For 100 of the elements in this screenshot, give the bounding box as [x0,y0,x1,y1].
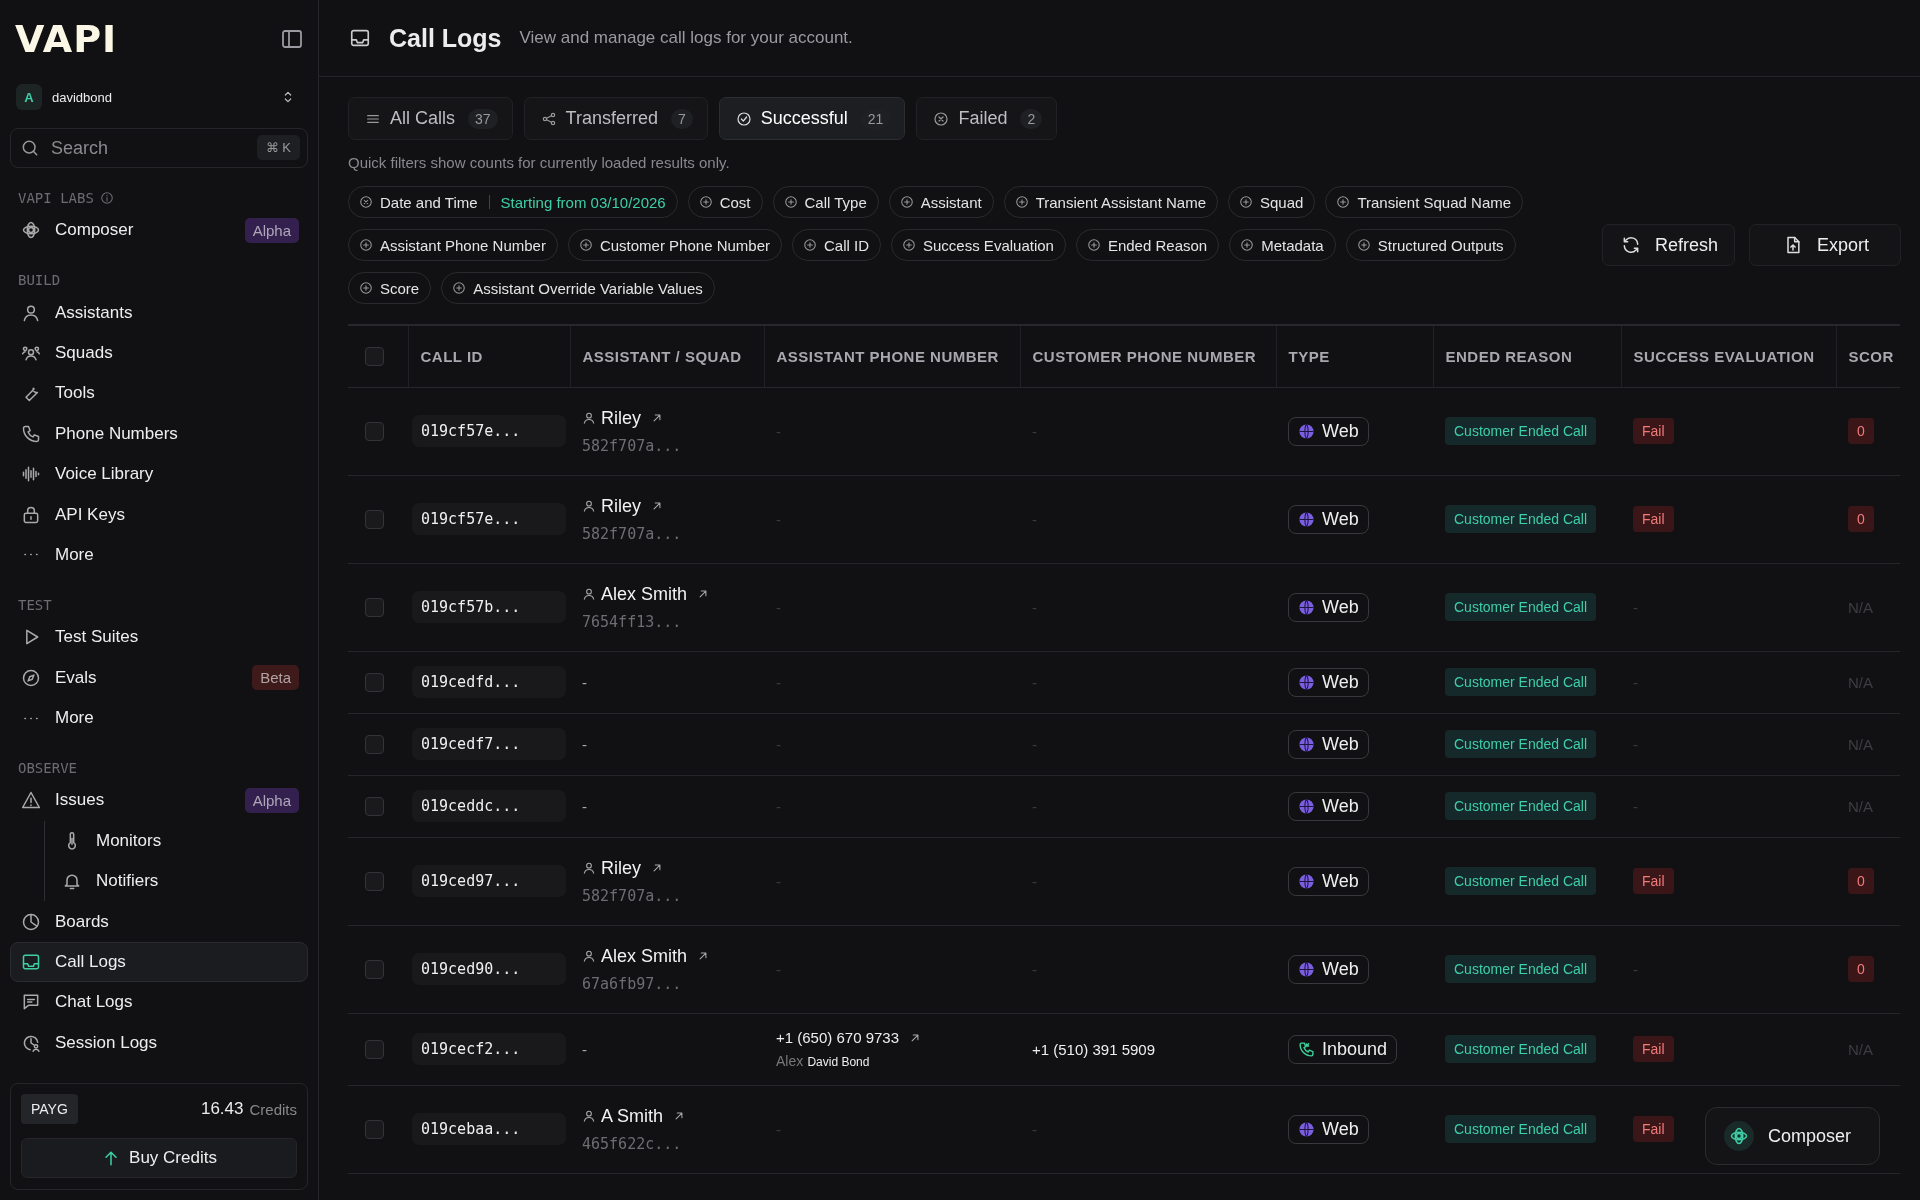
assistant-link[interactable]: Riley [601,407,641,429]
plus-circle-icon [1014,195,1029,209]
call-type-tag: Web [1288,954,1369,984]
call-id[interactable]: 019ced90... [412,953,566,985]
phone-icon [1298,1040,1315,1058]
warning-icon [21,790,41,811]
call-type-tag: Web [1288,729,1369,759]
nav-item[interactable]: Phone Numbers [10,413,308,454]
row-checkbox[interactable] [365,871,384,891]
assistant-link[interactable]: Alex Smith [601,945,688,967]
nav-item[interactable]: Session Logs [10,1022,308,1064]
row-checkbox[interactable] [365,597,384,617]
nav-item[interactable]: More [10,534,308,576]
nav-item[interactable]: Monitors [45,820,308,862]
call-id[interactable]: 019cf57e... [412,415,566,447]
row-checkbox[interactable] [365,421,384,441]
globe-icon [1298,960,1315,978]
nav-item[interactable]: More [10,697,308,739]
row-checkbox[interactable] [365,346,384,366]
assistant-link[interactable]: Riley [601,857,641,879]
plus-circle-icon [899,195,914,209]
row-checkbox[interactable] [365,1039,384,1059]
nav-item[interactable]: Chat Logs [10,982,308,1023]
call-id[interactable]: 019ceddc... [412,790,566,822]
phone-owner: David Bond [807,1055,870,1069]
nav-item[interactable]: Notifiers [45,861,308,902]
table-cell: - [1020,837,1276,925]
nav-item[interactable]: Call Logs [10,941,308,983]
lock-icon [21,504,41,525]
call-id[interactable]: 019cedfd... [412,666,566,698]
row-checkbox[interactable] [365,672,384,692]
sidebar-toggle-button[interactable] [280,27,304,51]
table-cell: - [1621,713,1836,775]
org-switcher[interactable]: A davidbond [10,78,308,116]
ended-reason-tag: Customer Ended Call [1445,730,1597,758]
row-checkbox[interactable] [365,734,384,754]
export-button[interactable]: Export [1749,224,1902,266]
nav-item[interactable]: Composer Alpha [10,210,308,251]
table-cell: - [764,475,1020,563]
table-cell: - [1621,775,1836,837]
score-badge: 0 [1848,506,1874,532]
phone-number-link[interactable]: +1 (650) 670 9733 [776,1029,900,1046]
nav-item[interactable]: Boards [10,901,308,942]
assistant-id: 67a6fb97... [582,974,683,993]
plus-circle-icon [1086,238,1101,252]
nav-item[interactable]: Assistants [10,292,308,333]
call-id[interactable]: 019cf57b... [412,591,566,623]
page-subtitle: View and manage call logs for your account. [519,28,853,48]
search-icon [20,138,40,158]
filter-tab[interactable]: Transferred 7 [523,97,708,140]
call-id[interactable]: 019cecf2... [412,1033,566,1065]
plus-circle-icon [359,281,373,295]
globe-icon [1298,598,1315,616]
nav-item[interactable]: API Keys [10,494,308,535]
compass-icon [21,667,41,688]
filter-tab[interactable]: Successful 21 [718,97,906,140]
refresh-icon [1621,235,1641,255]
status-badge: Alpha [244,217,299,243]
table-cell: - [570,1013,764,1085]
table-cell: - [764,387,1020,475]
dots-icon [23,552,39,558]
shortcut-hint: ⌘ K [256,135,300,160]
call-id[interactable]: 019ced97... [412,865,566,897]
nav-item[interactable]: Evals Beta [10,657,308,698]
filter-tab[interactable]: Failed 2 [916,97,1058,140]
nav-item[interactable]: Issues Alpha [10,780,308,821]
assistant-link[interactable]: Riley [601,495,641,517]
table-cell: - [764,775,1020,837]
row-checkbox[interactable] [365,509,384,529]
plus-circle-icon [359,238,373,252]
buy-credits-button[interactable]: Buy Credits [21,1138,297,1178]
nav-item[interactable]: Test Suites [10,617,308,658]
table-cell: - [1020,1085,1276,1173]
table-cell: - [764,925,1020,1013]
phone-label: Alex [776,1053,804,1069]
composer-button[interactable]: Composer [1704,1107,1880,1165]
section-label: VAPI LABS [18,190,94,206]
refresh-button[interactable]: Refresh [1602,224,1736,266]
nav-item[interactable]: Voice Library [10,453,308,495]
call-id[interactable]: 019cedf7... [412,728,566,760]
assistant-id: 7654ff13... [582,612,683,631]
row-checkbox[interactable] [365,959,384,979]
assistant-link[interactable]: Alex Smith [601,583,688,605]
filter-tab[interactable]: All Calls 37 [348,97,513,140]
table-cell: - [764,1085,1020,1173]
row-checkbox[interactable] [365,1119,384,1139]
ended-reason-tag: Customer Ended Call [1445,1035,1597,1063]
row-checkbox[interactable] [365,796,384,816]
globe-icon [1298,673,1315,691]
ended-reason-tag: Customer Ended Call [1445,505,1597,533]
ended-reason-tag: Customer Ended Call [1445,417,1597,445]
user-icon [582,949,596,963]
assistant-link[interactable]: A Smith [601,1105,664,1127]
call-id[interactable]: 019cf57e... [412,503,566,535]
call-id[interactable]: 019cebaa... [412,1113,566,1145]
nav-item[interactable]: Squads [10,332,308,374]
check-circle-icon [735,110,752,127]
plus-circle-icon [902,238,916,252]
nav-item[interactable]: Tools [10,373,308,414]
table-cell: - [1020,775,1276,837]
